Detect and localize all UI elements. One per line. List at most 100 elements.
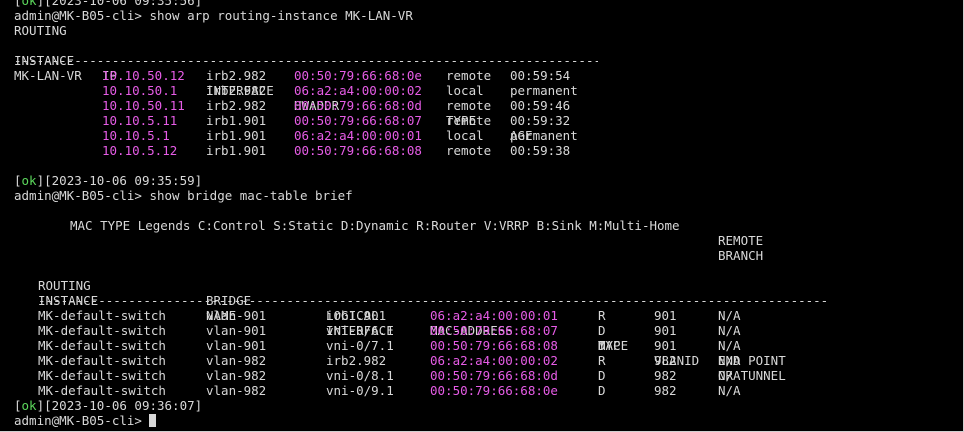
mac-cell-remote: N/A [718, 323, 741, 338]
arp-cell-hwaddr: 00:50:79:66:68:0e [294, 68, 422, 83]
arp-cell-age: permanent [510, 83, 578, 98]
mac-cell-vlanid: 982 [654, 383, 677, 398]
arp-table-row: 10.10.5.1 irb1.901 06:a2:a4:00:00:01 local p… [14, 128, 954, 143]
arp-cell-ip: 10.10.5.1 [102, 128, 170, 143]
arp-cell-ip: 10.10.50.12 [102, 68, 185, 83]
mac-table-body: MK-default-switch vlan-901 irb1.901 06:a2:a… [14, 308, 954, 398]
terminal-output: [ok][2023-10-06 09:35:56] admin@MK-B05-c… [14, 0, 954, 428]
mac-cell-mac-type: D [598, 368, 606, 383]
arp-table-body: MK-LAN-VR 10.10.50.12 irb2.982 00:50:79:66:… [14, 68, 954, 158]
text-cursor[interactable] [149, 414, 157, 427]
arp-cell-interface: irb1.901 [206, 143, 267, 158]
prompt-line[interactable]: admin@MK-B05-cli> [14, 413, 954, 428]
mac-separator-row: ----------------------------------------… [14, 293, 954, 308]
mac-cell-remote: N/A [718, 308, 741, 323]
arp-cell-type: local [446, 128, 484, 143]
arp-cell-hwaddr: 00:50:79:66:68:08 [294, 143, 422, 158]
mac-cell-remote: N/A [718, 338, 741, 353]
arp-cell-interface: irb1.901 [206, 128, 267, 143]
mac-header-row-1: REMOTE [14, 233, 954, 248]
arp-table-row: MK-LAN-VR 10.10.50.12 irb2.982 00:50:79:66:… [14, 68, 954, 83]
mac-header-row-2: BRANCH [14, 248, 954, 263]
mac-cell-bridge-name: vlan-901 [206, 338, 267, 353]
mac-cell-mac-address: 06:a2:a4:00:00:02 [430, 353, 558, 368]
mac-cell-logical-interface: irb2.982 [326, 353, 387, 368]
mac-cell-mac-address: 00:50:79:66:68:0d [430, 368, 558, 383]
mac-legend: MAC TYPE Legends C:Control S:Static D:Dy… [14, 218, 954, 233]
mac-cell-vlanid: 901 [654, 323, 677, 338]
status-line-3: [ok][2023-10-06 09:36:07] [14, 398, 203, 413]
mac-cell-routing-instance: MK-default-switch [38, 308, 166, 323]
mac-cell-remote: N/A [718, 383, 741, 398]
status-line-1: [ok][2023-10-06 09:35:56] [14, 0, 954, 8]
arp-table-row: 10.10.5.11 irb1.901 00:50:79:66:68:07 remot… [14, 113, 954, 128]
arp-cell-type: remote [446, 113, 492, 128]
mac-cell-bridge-name: vlan-982 [206, 368, 267, 383]
terminal-window[interactable]: [ok][2023-10-06 09:35:56] admin@MK-B05-c… [0, 0, 964, 432]
arp-separator: ----------------------------------------… [14, 53, 598, 68]
arp-cell-ip: 10.10.5.11 [102, 113, 178, 128]
arp-cell-age: permanent [510, 128, 578, 143]
arp-cell-interface: irb2.982 [206, 68, 267, 83]
mac-cell-mac-address: 00:50:79:66:68:07 [430, 323, 558, 338]
arp-header-row: INSTANCE IP INTERFACE HWADDR TYPE AGE [14, 38, 954, 143]
mac-cell-bridge-name: vlan-982 [206, 353, 267, 368]
mac-table-row: MK-default-switch vlan-901 vni-0/7.1 00:50:… [14, 338, 954, 353]
mac-cell-mac-type: R [598, 308, 606, 323]
mac-command-line: admin@MK-B05-cli> show bridge mac-table … [14, 188, 353, 203]
arp-cell-hwaddr: 06:a2:a4:00:00:02 [294, 83, 422, 98]
arp-cell-interface: irb2.982 [206, 83, 267, 98]
mac-cell-routing-instance: MK-default-switch [38, 383, 166, 398]
arp-cell-interface: irb1.901 [206, 113, 267, 128]
mac-cell-logical-interface: vni-0/7.1 [326, 338, 394, 353]
status-timestamp: [2023-10-06 09:36:07] [44, 398, 203, 413]
arp-cell-type: remote [446, 143, 492, 158]
arp-cell-hwaddr: 00:50:79:66:68:07 [294, 113, 422, 128]
mac-header-row-3: ROUTING BRIDGE LOGICAL MAC-ADDRESS MAC V… [14, 263, 954, 383]
mac-cell-bridge-name: vlan-982 [206, 383, 267, 398]
mac-cell-remote: N/A [718, 353, 741, 368]
ok-label: ok [21, 398, 37, 413]
arp-table-row: 10.10.50.11 irb2.982 00:50:79:66:68:0d remo… [14, 98, 954, 113]
arp-cell-hwaddr: 06:a2:a4:00:00:01 [294, 128, 422, 143]
mac-cell-logical-interface: vni-0/8.1 [326, 368, 394, 383]
mac-cell-mac-address: 00:50:79:66:68:0e [430, 383, 558, 398]
status-timestamp: [2023-10-06 09:35:59] [44, 173, 203, 188]
mac-cell-routing-instance: MK-default-switch [38, 368, 166, 383]
mac-cell-remote: N/A [718, 368, 741, 383]
mac-cell-routing-instance: MK-default-switch [38, 353, 166, 368]
mac-cell-logical-interface: irb1.901 [326, 308, 387, 323]
mac-cell-logical-interface: vni-0/6.1 [326, 323, 394, 338]
mac-cell-mac-type: R [598, 353, 606, 368]
arp-cell-ip: 10.10.5.12 [102, 143, 178, 158]
mac-table-row: MK-default-switch vlan-901 vni-0/6.1 00:50:… [14, 323, 954, 338]
mac-cell-mac-type: D [598, 323, 606, 338]
status-timestamp: [2023-10-06 09:35:56] [44, 0, 203, 8]
mac-cell-routing-instance: MK-default-switch [38, 323, 166, 338]
mac-table-row: MK-default-switch vlan-982 irb2.982 06:a2:a… [14, 353, 954, 368]
arp-cell-hwaddr: 00:50:79:66:68:0d [294, 98, 422, 113]
mac-table-row: MK-default-switch vlan-982 vni-0/9.1 00:50:… [14, 383, 954, 398]
mac-cell-vlanid: 901 [654, 308, 677, 323]
mac-col-branch: BRANCH [718, 248, 764, 263]
mac-col-remote: REMOTE [718, 233, 764, 248]
mac-cell-routing-instance: MK-default-switch [38, 338, 166, 353]
mac-cell-mac-type: D [598, 338, 606, 353]
arp-cell-ip: 10.10.50.11 [102, 98, 185, 113]
arp-cell-type: remote [446, 98, 492, 113]
arp-cell-age: 00:59:32 [510, 113, 571, 128]
mac-cell-bridge-name: vlan-901 [206, 308, 267, 323]
mac-cell-vlanid: 982 [654, 368, 677, 383]
mac-cell-vlanid: 982 [654, 353, 677, 368]
arp-table-row: 10.10.50.1 irb2.982 06:a2:a4:00:00:02 local… [14, 83, 954, 98]
arp-cell-age: 00:59:54 [510, 68, 571, 83]
ok-label: ok [21, 0, 37, 8]
arp-cell-type: remote [446, 68, 492, 83]
arp-cell-type: local [446, 83, 484, 98]
mac-cell-vlanid: 901 [654, 338, 677, 353]
arp-cell-age: 00:59:46 [510, 98, 571, 113]
mac-header-row-4: INSTANCE NAME INTERFACE TYPE END POINT [14, 278, 954, 368]
arp-table-row: 10.10.5.12 irb1.901 00:50:79:66:68:08 remot… [14, 143, 954, 158]
